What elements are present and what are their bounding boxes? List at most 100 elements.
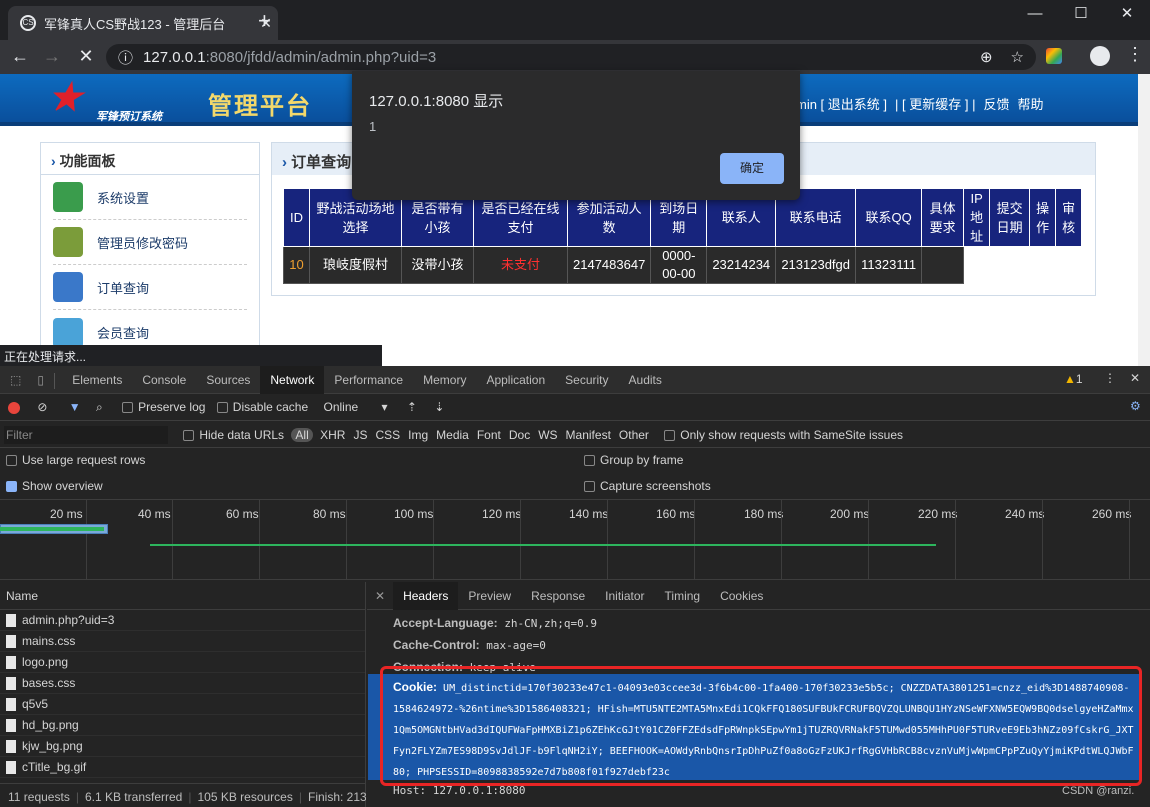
devtools-close-icon[interactable]: ✕ — [1130, 371, 1140, 385]
preserve-log-checkbox[interactable]: Preserve log — [122, 400, 205, 414]
search-icon[interactable]: ⌕ — [96, 400, 103, 414]
list-item[interactable]: q5v5 — [0, 694, 365, 715]
nav-feedback[interactable]: 反馈 — [983, 94, 1009, 113]
list-item[interactable]: mains.css — [0, 631, 365, 652]
back-icon[interactable]: ← — [8, 44, 32, 68]
list-item[interactable]: cTitle_bg.gif — [0, 757, 365, 778]
group-by-frame-checkbox[interactable]: Group by frame — [584, 453, 683, 467]
function-panel: › 功能面板 系统设置 管理员修改密码 订单查询 会员查询 — [40, 142, 260, 366]
timeline-tick: 180 ms — [744, 507, 784, 521]
type-ws[interactable]: WS — [534, 428, 561, 442]
filter-icon[interactable]: ▼ — [69, 400, 81, 414]
browser-tab[interactable]: CS 军锋真人CS野战123 - 管理后台 ✕ — [8, 6, 278, 40]
forward-icon[interactable]: → — [40, 44, 64, 68]
tab-performance[interactable]: Performance — [324, 366, 413, 394]
type-media[interactable]: Media — [432, 428, 473, 442]
password-icon — [53, 227, 83, 257]
nav-logout[interactable]: min [ 退出系统 ] — [796, 94, 887, 113]
tab-cookies[interactable]: Cookies — [710, 582, 773, 610]
cell-phone: 213123dfgd — [775, 246, 857, 284]
timeline-bar — [0, 527, 104, 531]
tab-sources[interactable]: Sources — [196, 366, 260, 394]
network-overview[interactable]: 20 ms 40 ms 60 ms 80 ms 100 ms 120 ms 14… — [0, 500, 1150, 580]
sidebar-item-settings[interactable]: 系统设置 — [53, 175, 247, 220]
profile-avatar-icon[interactable] — [1090, 46, 1110, 66]
stop-icon[interactable]: ✕ — [74, 44, 98, 68]
type-css[interactable]: CSS — [371, 428, 404, 442]
file-icon — [6, 613, 16, 627]
cell-requirements — [921, 246, 965, 284]
sidebar-item-label: 管理员修改密码 — [97, 235, 189, 251]
hide-data-urls-checkbox[interactable]: Hide data URLs — [183, 428, 284, 442]
inspect-icon[interactable]: ⬚ — [0, 366, 31, 394]
info-icon[interactable]: ⓘ — [118, 47, 133, 68]
type-xhr[interactable]: XHR — [316, 428, 349, 442]
timeline-tick: 40 ms — [138, 507, 171, 521]
close-detail-icon[interactable]: ✕ — [367, 582, 393, 610]
maximize-icon[interactable]: ☐ — [1058, 0, 1104, 32]
window-close-icon[interactable]: ✕ — [1104, 0, 1150, 32]
ok-button[interactable]: 确定 — [720, 153, 784, 184]
type-img[interactable]: Img — [404, 428, 432, 442]
tab-application[interactable]: Application — [476, 366, 555, 394]
dialog-message: 1 — [369, 119, 377, 134]
page-scrollbar[interactable] — [1138, 74, 1150, 366]
name-column-header[interactable]: Name — [0, 582, 365, 610]
show-overview-checkbox[interactable]: Show overview — [6, 479, 103, 493]
import-har-icon[interactable]: ⇡ — [407, 400, 417, 414]
zoom-icon[interactable]: ⊕ — [980, 48, 993, 66]
timeline-tick: 80 ms — [313, 507, 346, 521]
disable-cache-checkbox[interactable]: Disable cache — [216, 400, 308, 414]
type-font[interactable]: Font — [473, 428, 505, 442]
tab-response[interactable]: Response — [521, 582, 595, 610]
tab-headers[interactable]: Headers — [393, 582, 459, 610]
type-js[interactable]: JS — [349, 428, 371, 442]
type-manifest[interactable]: Manifest — [562, 428, 615, 442]
list-item[interactable]: bases.css — [0, 673, 365, 694]
warning-badge[interactable]: ▲1 — [1064, 372, 1083, 386]
capture-screenshots-checkbox[interactable]: Capture screenshots — [584, 479, 711, 493]
network-settings-gear-icon[interactable]: ⚙ — [1130, 399, 1141, 413]
type-other[interactable]: Other — [615, 428, 653, 442]
large-rows-checkbox[interactable]: Use large request rows — [6, 453, 145, 467]
throttle-select[interactable]: Online ▾ — [324, 400, 388, 414]
list-item[interactable]: logo.png — [0, 652, 365, 673]
tab-security[interactable]: Security — [555, 366, 618, 394]
tab-elements[interactable]: Elements — [62, 366, 132, 394]
timeline-tick: 220 ms — [918, 507, 958, 521]
file-icon — [6, 697, 16, 711]
list-item[interactable]: kjw_bg.png — [0, 736, 365, 757]
col-ip: IP地址 — [963, 188, 991, 247]
sidebar-item-change-password[interactable]: 管理员修改密码 — [53, 220, 247, 265]
bookmark-star-icon[interactable]: ☆ — [1011, 48, 1024, 66]
menu-kebab-icon[interactable]: ⋮ — [1126, 44, 1144, 65]
samesite-checkbox[interactable]: Only show requests with SameSite issues — [664, 428, 903, 442]
tab-audits[interactable]: Audits — [619, 366, 672, 394]
record-icon[interactable] — [8, 401, 20, 414]
export-har-icon[interactable]: ⇣ — [434, 400, 444, 414]
tab-preview[interactable]: Preview — [458, 582, 521, 610]
tab-console[interactable]: Console — [132, 366, 196, 394]
sidebar-item-orders[interactable]: 订单查询 — [53, 265, 247, 310]
filter-input[interactable]: Filter — [4, 426, 168, 444]
type-all[interactable]: All — [291, 428, 313, 442]
tab-initiator[interactable]: Initiator — [595, 582, 654, 610]
address-bar[interactable]: ⓘ 127.0.0.1:8080/jfdd/admin/admin.php?ui… — [106, 44, 1036, 70]
tab-timing[interactable]: Timing — [655, 582, 711, 610]
devtools-menu-icon[interactable]: ⋮ — [1104, 371, 1116, 385]
sidebar-item-label: 系统设置 — [97, 190, 150, 206]
device-toolbar-icon[interactable]: ▯ — [31, 366, 50, 394]
extension-icon[interactable] — [1046, 48, 1062, 64]
tab-network[interactable]: Network — [260, 366, 325, 394]
type-doc[interactable]: Doc — [505, 428, 534, 442]
nav-help[interactable]: 帮助 — [1017, 94, 1043, 113]
new-tab-button[interactable]: + — [258, 8, 271, 34]
platform-title: 管理平台 — [208, 93, 312, 120]
minimize-icon[interactable]: — — [1012, 0, 1058, 32]
list-item[interactable]: hd_bg.png — [0, 715, 365, 736]
nav-refresh-cache[interactable]: | [ 更新缓存 ] | — [895, 94, 975, 113]
site-logo: ★ 军锋预订系统 — [48, 78, 178, 123]
clear-icon[interactable]: ⊘ — [37, 400, 47, 414]
list-item[interactable]: admin.php?uid=3 — [0, 610, 365, 631]
tab-memory[interactable]: Memory — [413, 366, 476, 394]
